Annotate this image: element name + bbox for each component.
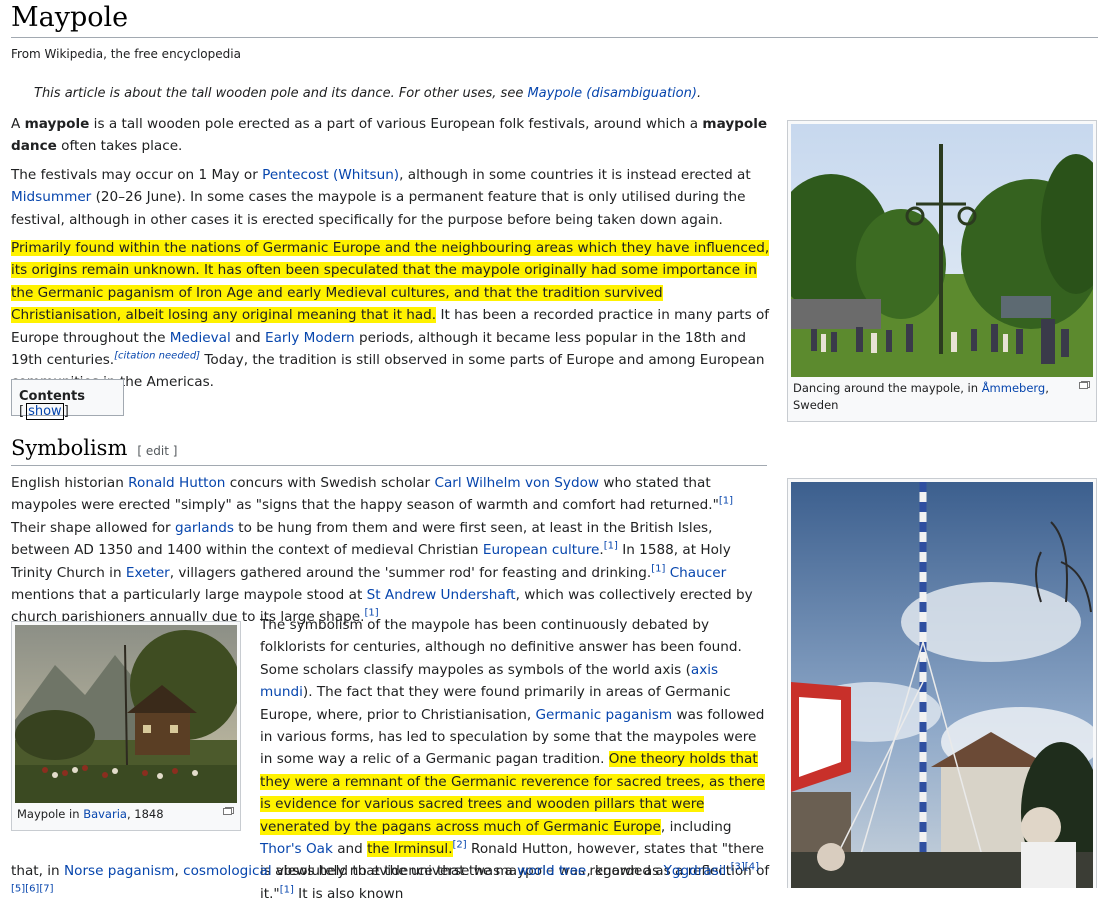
striped-maypole-photo[interactable] bbox=[791, 482, 1093, 888]
reference-link[interactable]: [2] bbox=[453, 840, 467, 851]
germanic-paganism-link[interactable]: Germanic paganism bbox=[536, 707, 673, 723]
symbolism-paragraph-1: English historian Ronald Hutton concurs … bbox=[11, 472, 771, 629]
bold-term: maypole bbox=[24, 116, 90, 132]
table-of-contents: Contents [show] bbox=[11, 379, 124, 420]
enlarge-icon[interactable] bbox=[223, 807, 234, 815]
intro-paragraph-1: A maypole is a tall wooden pole erected … bbox=[11, 113, 771, 158]
hatnote-end: . bbox=[696, 86, 702, 101]
edit-section-link[interactable]: [ edit ] bbox=[137, 444, 177, 458]
text: A bbox=[11, 116, 25, 132]
figure-caption: Maypole in Bavaria, 1848 bbox=[15, 803, 237, 823]
text: often takes place. bbox=[56, 138, 183, 155]
von-sydow-link[interactable]: Carl Wilhelm von Sydow bbox=[434, 475, 599, 491]
bavaria-link[interactable]: Bavaria bbox=[83, 807, 127, 821]
text: The festivals may occur on 1 May or bbox=[11, 167, 263, 183]
highlighted-text: the Irminsul. bbox=[367, 841, 453, 858]
text: mentions that a particularly large maypo… bbox=[11, 587, 367, 604]
bavaria-maypole-painting[interactable] bbox=[15, 625, 237, 803]
garlands-link[interactable]: garlands bbox=[175, 520, 234, 536]
figure-ammeberg: Dancing around the maypole, in Åmmeberg,… bbox=[787, 120, 1097, 422]
caption-text: Maypole in bbox=[17, 807, 84, 821]
figure-bavaria: Maypole in Bavaria, 1848 bbox=[11, 621, 241, 831]
whitsun-link[interactable]: (Whitsun) bbox=[333, 167, 399, 183]
toc-show-toggle[interactable]: show bbox=[26, 403, 64, 420]
midsummer-link[interactable]: Midsummer bbox=[11, 189, 91, 205]
intro-paragraph-3: Primarily found within the nations of Ge… bbox=[11, 237, 771, 394]
section-title: Symbolism bbox=[11, 436, 128, 460]
toc-bracket: [ bbox=[19, 404, 25, 419]
hatnote: This article is about the tall wooden po… bbox=[34, 86, 701, 101]
text: Their shape allowed for bbox=[11, 519, 175, 536]
cosmological-link[interactable]: cosmological bbox=[183, 863, 272, 879]
text: , villagers gathered around the 'summer … bbox=[169, 564, 652, 581]
text: , although in some countries it is inste… bbox=[399, 167, 751, 183]
hatnote-text: This article is about the tall wooden po… bbox=[34, 86, 528, 101]
caption-text: Dancing around the maypole, in bbox=[793, 381, 982, 395]
european-culture-link[interactable]: European culture bbox=[483, 542, 600, 558]
site-tagline: From Wikipedia, the free encyclopedia bbox=[11, 47, 241, 61]
text: , known as bbox=[586, 863, 664, 879]
text: The symbolism of the maypole has been co… bbox=[260, 617, 742, 678]
symbolism-paragraph-2-continued: that, in Norse paganism, cosmological vi… bbox=[11, 860, 771, 905]
st-andrew-undershaft-link[interactable]: St Andrew Undershaft bbox=[367, 587, 516, 603]
text: and bbox=[230, 329, 265, 346]
toc-bracket: ] bbox=[63, 404, 69, 419]
text: , including bbox=[660, 818, 732, 835]
caption-text: , 1848 bbox=[126, 807, 164, 821]
pentecost-link[interactable]: Pentecost bbox=[262, 167, 329, 183]
text: views held that the universe was a bbox=[271, 863, 518, 879]
text: concurs with Swedish scholar bbox=[225, 475, 435, 491]
reference-link[interactable]: [1] bbox=[719, 496, 733, 507]
text: that, in bbox=[11, 863, 64, 879]
intro-paragraph-2: The festivals may occur on 1 May or Pent… bbox=[11, 164, 771, 231]
exeter-link[interactable]: Exeter bbox=[126, 565, 170, 581]
yggdrasil-link[interactable]: Yggdrasil bbox=[664, 863, 727, 879]
medieval-link[interactable]: Medieval bbox=[170, 330, 231, 346]
enlarge-icon[interactable] bbox=[1079, 381, 1090, 389]
maypole-dance-photo[interactable] bbox=[791, 124, 1093, 377]
text: (20–26 June). In some cases the maypole … bbox=[11, 189, 746, 228]
chaucer-link[interactable]: Chaucer bbox=[670, 565, 726, 581]
toc-label: Contents bbox=[19, 389, 85, 404]
reference-link[interactable]: [1] bbox=[651, 563, 665, 574]
text: English historian bbox=[11, 475, 129, 491]
figure-maypole-photo bbox=[787, 478, 1097, 888]
text: , bbox=[174, 863, 184, 879]
disambiguation-link[interactable]: Maypole (disambiguation) bbox=[527, 86, 696, 101]
ronald-hutton-link[interactable]: Ronald Hutton bbox=[128, 475, 225, 491]
text: and bbox=[332, 841, 368, 858]
world-tree-link[interactable]: world tree bbox=[517, 863, 586, 879]
ammeberg-link[interactable]: Åmmeberg bbox=[982, 381, 1046, 395]
text: is a tall wooden pole erected as a part … bbox=[89, 116, 703, 132]
citation-needed-link[interactable]: [citation needed] bbox=[114, 351, 200, 362]
early-modern-link[interactable]: Early Modern bbox=[265, 330, 355, 346]
thors-oak-link[interactable]: Thor's Oak bbox=[260, 841, 333, 857]
norse-paganism-link[interactable]: Norse paganism bbox=[64, 863, 174, 879]
page-title: Maypole bbox=[11, 0, 1098, 38]
section-heading: Symbolism [ edit ] bbox=[11, 436, 767, 466]
reference-link[interactable]: [1] bbox=[604, 541, 618, 552]
figure-caption: Dancing around the maypole, in Åmmeberg,… bbox=[791, 377, 1093, 414]
